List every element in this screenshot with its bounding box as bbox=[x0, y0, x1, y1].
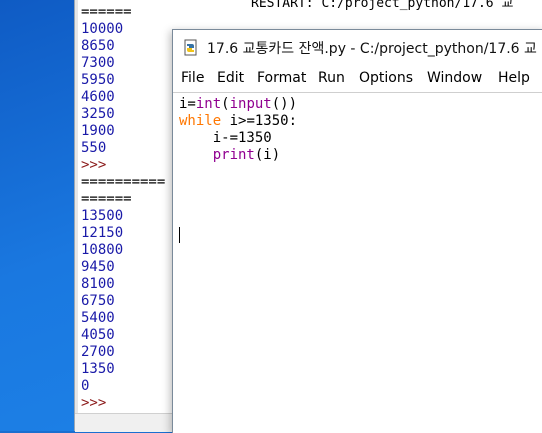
shell-separator-line: ====== bbox=[81, 191, 132, 207]
menu-format[interactable]: Format bbox=[257, 70, 306, 86]
menu-window[interactable]: Window bbox=[427, 70, 482, 86]
shell-output-line: 12150 bbox=[81, 225, 124, 241]
shell-restart-line: RESTART: C:/project_python/17.6 교 bbox=[251, 0, 514, 11]
editor-window[interactable]: 17.6 교통카드 잔액.py - C:/project_python/17.6… bbox=[172, 29, 542, 433]
code-token: input bbox=[229, 96, 272, 112]
code-token: i>=1350: bbox=[221, 113, 298, 129]
text-cursor bbox=[179, 227, 180, 243]
code-token: int bbox=[195, 96, 222, 112]
shell-prompt: >>> bbox=[81, 395, 107, 411]
editor-title: 17.6 교통카드 잔액.py - C:/project_python/17.6… bbox=[207, 41, 537, 57]
shell-output-line: 7300 bbox=[81, 55, 115, 71]
shell-output-line: 6750 bbox=[81, 293, 115, 309]
menu-file[interactable]: File bbox=[181, 70, 204, 86]
shell-output-line: 10800 bbox=[81, 242, 124, 258]
shell-output-line: 2700 bbox=[81, 344, 115, 360]
shell-output-line: 1900 bbox=[81, 123, 115, 139]
code-token: i-=1350 bbox=[179, 130, 272, 146]
shell-output-line: 1350 bbox=[81, 361, 115, 377]
code-token: while bbox=[179, 113, 222, 129]
code-token: (i) bbox=[254, 147, 281, 163]
editor-titlebar[interactable]: 17.6 교통카드 잔액.py - C:/project_python/17.6… bbox=[173, 30, 542, 66]
shell-output[interactable]: ====== 10000 8650 7300 5950 4600 3250 1900 550 >>… bbox=[81, 4, 181, 412]
shell-output-line: 550 bbox=[81, 140, 107, 156]
code-token: print bbox=[212, 147, 255, 163]
shell-output-line: 4050 bbox=[81, 327, 115, 343]
shell-output-line: 8650 bbox=[81, 38, 115, 54]
menu-options[interactable]: Options bbox=[359, 70, 413, 86]
shell-output-line: 13500 bbox=[81, 208, 124, 224]
shell-separator-line: ========== bbox=[81, 174, 166, 190]
code-line: i=int(input()) bbox=[179, 96, 297, 113]
shell-output-line: 5400 bbox=[81, 310, 115, 326]
shell-output-line: 4600 bbox=[81, 89, 115, 105]
menu-run[interactable]: Run bbox=[318, 70, 345, 86]
python-file-icon bbox=[182, 39, 200, 57]
shell-gutter bbox=[75, 0, 78, 431]
source-code[interactable]: i=int(input()) while i>=1350: i-=1350 pri… bbox=[179, 96, 297, 164]
shell-horizontal-scrollbar[interactable] bbox=[75, 413, 175, 432]
shell-output-line: 9450 bbox=[81, 259, 115, 275]
menu-edit[interactable]: Edit bbox=[217, 70, 244, 86]
shell-output-line: 3250 bbox=[81, 106, 115, 122]
code-token: ()) bbox=[271, 96, 298, 112]
code-token: ( bbox=[221, 96, 230, 112]
code-line: i-=1350 bbox=[179, 130, 297, 147]
code-token: i= bbox=[179, 96, 196, 112]
code-editor-text-area[interactable]: i=int(input()) while i>=1350: i-=1350 pri… bbox=[173, 92, 542, 433]
shell-output-line: 10000 bbox=[81, 21, 124, 37]
shell-output-line: 8100 bbox=[81, 276, 115, 292]
code-line: print(i) bbox=[179, 147, 297, 164]
shell-separator-line: ====== bbox=[81, 4, 132, 20]
shell-output-line: 5950 bbox=[81, 72, 115, 88]
shell-output-line: 0 bbox=[81, 378, 90, 394]
menu-bar: File Edit Format Run Options Window Help bbox=[173, 66, 542, 92]
menu-help[interactable]: Help bbox=[498, 70, 530, 86]
shell-prompt: >>> bbox=[81, 157, 107, 173]
code-line: while i>=1350: bbox=[179, 113, 297, 130]
